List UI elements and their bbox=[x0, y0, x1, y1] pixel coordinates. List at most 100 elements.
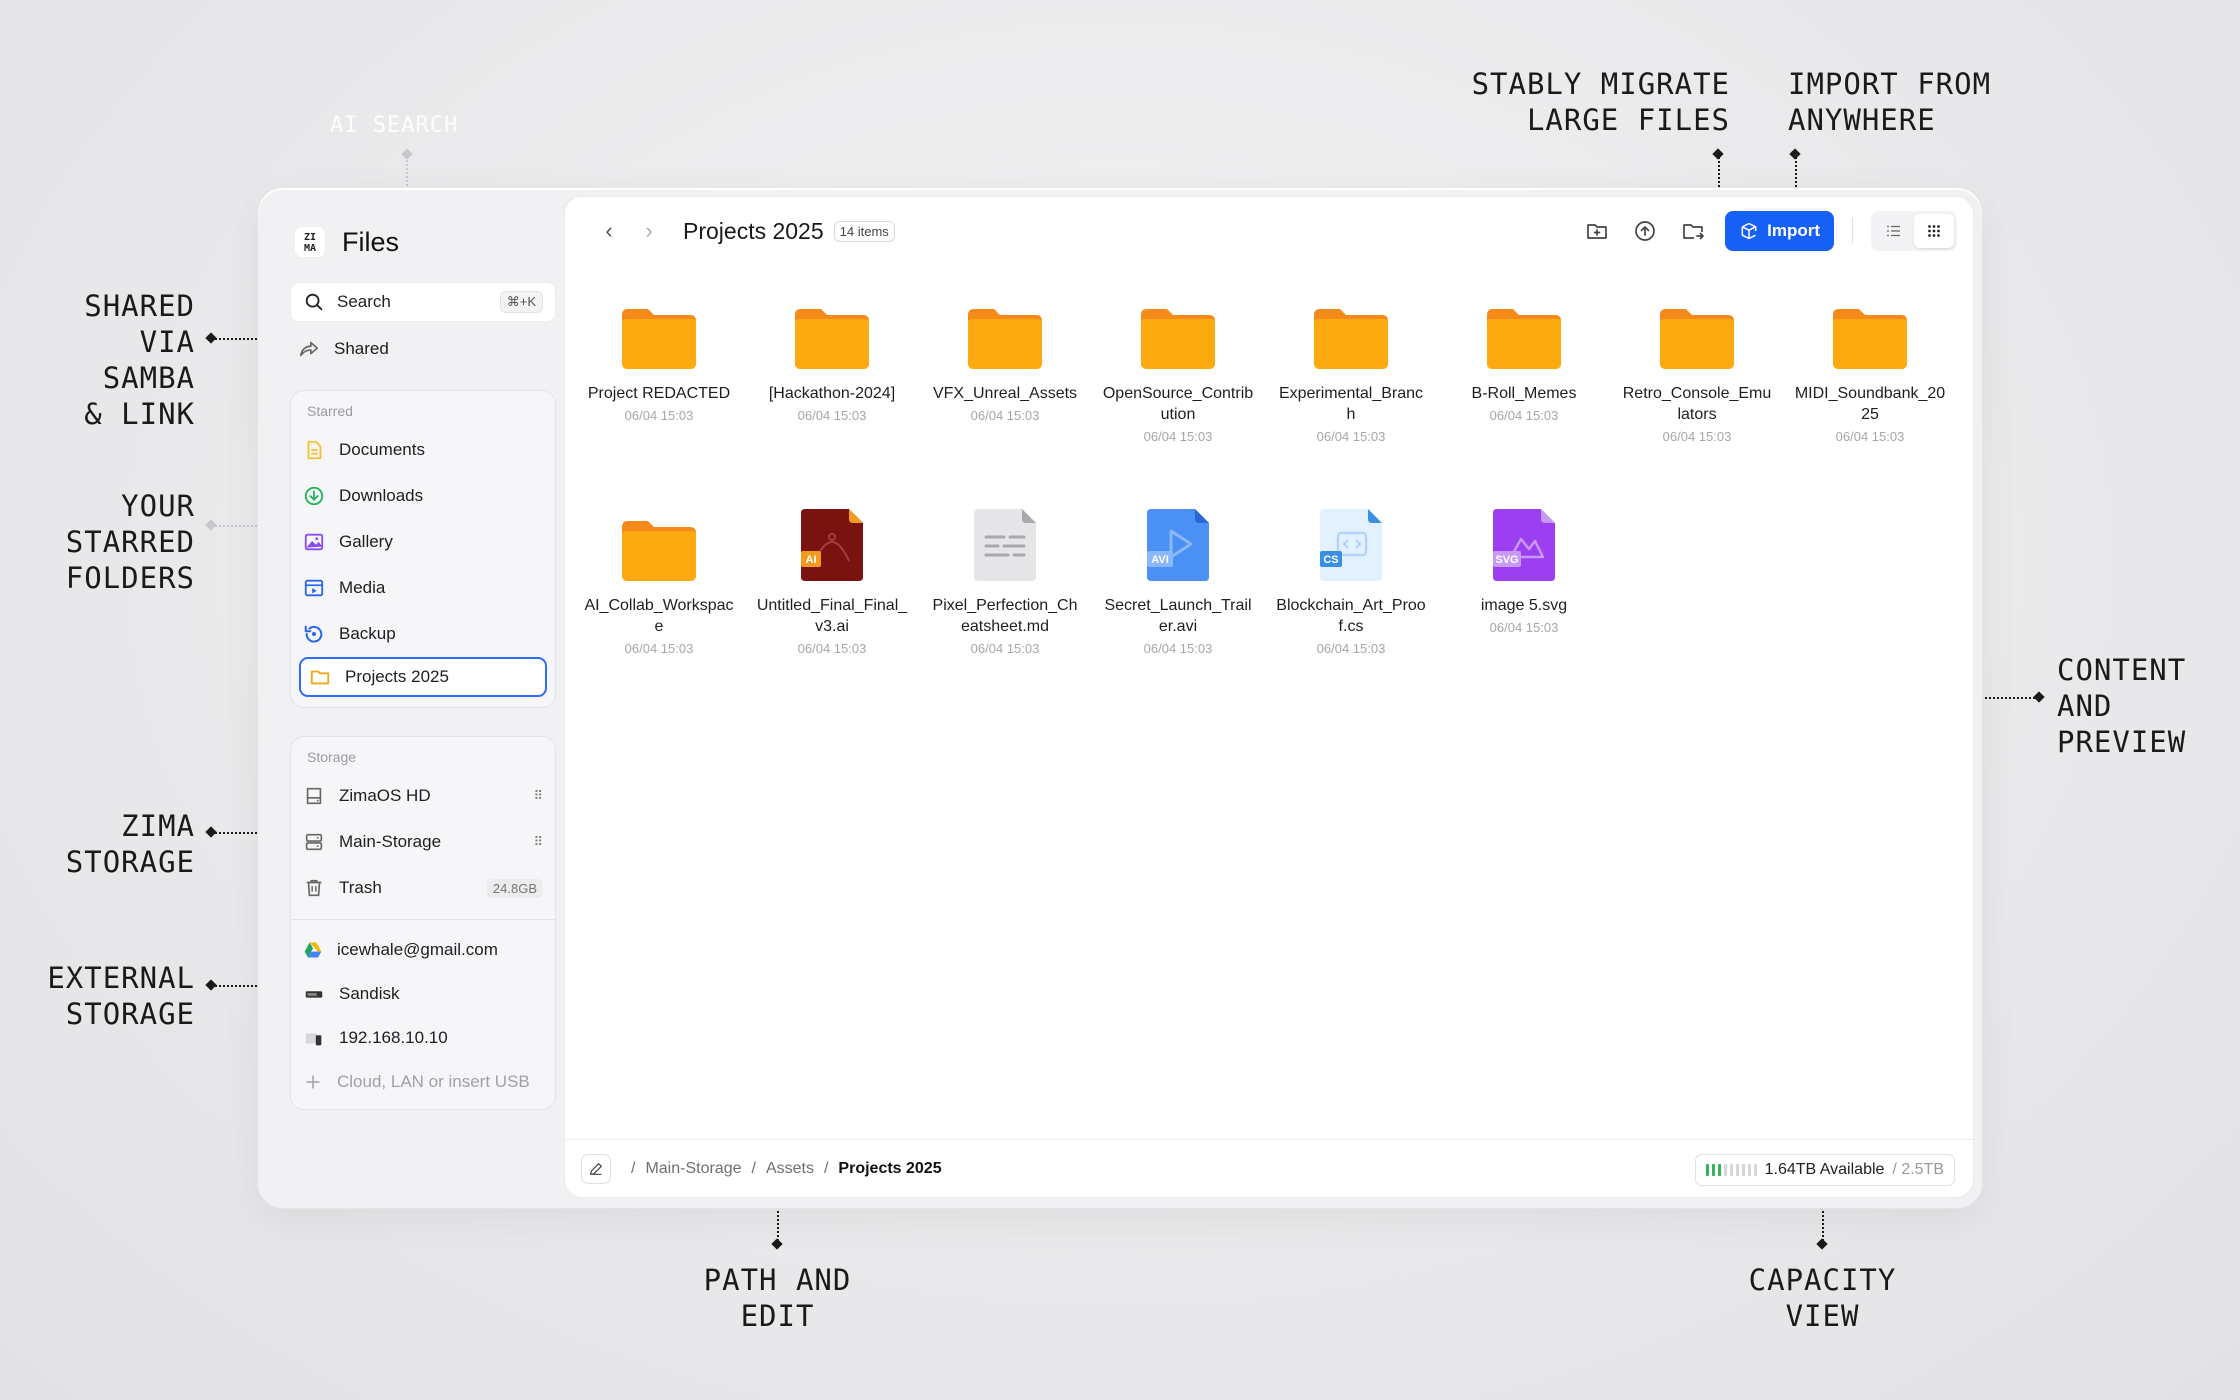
sidebar-item-media[interactable]: Media bbox=[291, 565, 555, 611]
sidebar-item-projects-2025[interactable]: Projects 2025 bbox=[299, 657, 547, 697]
annotation-dot bbox=[205, 332, 217, 344]
share-icon bbox=[299, 341, 319, 357]
file-tile[interactable]: MIDI_Soundbank_2025 06/04 15:03 bbox=[1790, 297, 1950, 444]
sidebar-item-label: Projects 2025 bbox=[345, 667, 449, 686]
file-name: OpenSource_Contribution bbox=[1102, 385, 1254, 423]
divider bbox=[1852, 218, 1853, 244]
file-tag: CS bbox=[1323, 554, 1338, 566]
sidebar-item-google-drive[interactable]: icewhale@gmail.com bbox=[291, 928, 555, 972]
google-drive-icon bbox=[304, 942, 322, 958]
sidebar-item-label: Sandisk bbox=[339, 984, 400, 1003]
drag-handle-icon[interactable]: ⠿ bbox=[533, 788, 543, 804]
new-folder-icon bbox=[1587, 224, 1607, 239]
sidebar-item-downloads[interactable]: Downloads bbox=[291, 473, 555, 519]
file-tile[interactable]: Experimental_Branch 06/04 15:03 bbox=[1271, 297, 1431, 444]
folder-icon bbox=[968, 309, 1042, 369]
import-icon bbox=[1741, 222, 1757, 240]
file-name: AI_Collab_Workspace bbox=[584, 597, 734, 635]
sidebar-item-zimaos-hd[interactable]: ZimaOS HD ⠿ bbox=[291, 773, 555, 819]
file-tile[interactable]: Retro_Console_Emulators 06/04 15:03 bbox=[1617, 297, 1777, 444]
sidebar-item-label: Shared bbox=[334, 339, 389, 358]
sidebar-item-documents[interactable]: Documents bbox=[291, 427, 555, 473]
grid-view-button[interactable] bbox=[1914, 214, 1954, 248]
sidebar-item-label: Media bbox=[339, 578, 386, 597]
capacity-segment bbox=[1729, 1164, 1733, 1176]
folder-icon bbox=[622, 309, 696, 369]
upload-button[interactable] bbox=[1621, 211, 1669, 251]
annotation-starred: YOUR STARRED FOLDERS bbox=[65, 489, 195, 595]
drag-handle-icon[interactable]: ⠿ bbox=[533, 834, 543, 850]
sidebar-item-main-storage[interactable]: Main-Storage ⠿ bbox=[291, 819, 555, 865]
media-icon bbox=[304, 579, 324, 597]
file-name: VFX_Unreal_Assets bbox=[932, 385, 1078, 402]
back-button[interactable]: ‹ bbox=[589, 218, 629, 244]
list-view-button[interactable] bbox=[1874, 214, 1914, 248]
sidebar-item-network-drive[interactable]: 192.168.10.10 bbox=[291, 1016, 555, 1060]
status-bar: / Main-Storage / Assets / Projects 2025 … bbox=[565, 1139, 1973, 1197]
annotation-external-storage: EXTERNAL STORAGE bbox=[47, 961, 195, 1031]
file-tile[interactable]: B-Roll_Memes 06/04 15:03 bbox=[1444, 297, 1604, 423]
sidebar-item-shared[interactable]: Shared bbox=[298, 338, 389, 360]
image-file-icon: SVG bbox=[1493, 509, 1555, 581]
file-tile[interactable]: [Hackathon-2024] 06/04 15:03 bbox=[752, 297, 912, 423]
sidebar-item-label: ZimaOS HD bbox=[339, 786, 431, 805]
edit-path-button[interactable] bbox=[581, 1153, 611, 1184]
grid-view-icon bbox=[1928, 225, 1940, 237]
toolbar: ‹ › Projects 2025 14 items Import bbox=[565, 197, 1973, 265]
illustrator-file-icon: AI bbox=[801, 509, 863, 581]
import-button[interactable]: Import bbox=[1725, 211, 1834, 251]
file-date: 06/04 15:03 bbox=[797, 408, 867, 423]
annotation-dot bbox=[2033, 691, 2045, 703]
annotation-dot bbox=[1816, 1238, 1828, 1250]
app-window: ZI MA Files Search ⌘+K Shared Starred Doc… bbox=[257, 187, 1983, 1209]
file-tile[interactable]: SVG image 5.svg 06/04 15:03 bbox=[1444, 509, 1604, 635]
code-file-icon: CS bbox=[1320, 509, 1382, 581]
capacity-indicator[interactable]: 1.64TB Available / 2.5TB bbox=[1694, 1154, 1955, 1186]
file-tile[interactable]: AI Untitled_Final_Final_v3.ai 06/04 15:0… bbox=[752, 509, 912, 656]
file-date: 06/04 15:03 bbox=[1316, 429, 1386, 444]
download-icon bbox=[304, 486, 324, 506]
sidebar: ZI MA Files Search ⌘+K Shared Starred Doc… bbox=[274, 204, 556, 1194]
file-date: 06/04 15:03 bbox=[1489, 408, 1559, 423]
file-tile[interactable]: VFX_Unreal_Assets 06/04 15:03 bbox=[925, 297, 1085, 423]
sidebar-item-trash[interactable]: Trash 24.8GB bbox=[291, 865, 555, 911]
annotation-dot bbox=[1712, 148, 1724, 160]
annotation-migrate: STABLY MIGRATE LARGE FILES bbox=[1471, 67, 1730, 137]
sidebar-item-sandisk[interactable]: Sandisk bbox=[291, 972, 555, 1016]
add-storage-label: Cloud, LAN or insert USB bbox=[337, 1072, 530, 1091]
forward-button[interactable]: › bbox=[629, 218, 669, 244]
file-date: 06/04 15:03 bbox=[1316, 641, 1386, 656]
server-icon bbox=[305, 833, 323, 851]
file-tile[interactable]: AVI Secret_Launch_Trailer.avi 06/04 15:0… bbox=[1098, 509, 1258, 656]
document-icon bbox=[307, 440, 322, 460]
cs-file-thumb: CS bbox=[1271, 509, 1431, 581]
breadcrumb-item[interactable]: Assets bbox=[766, 1160, 814, 1178]
add-storage-button[interactable]: Cloud, LAN or insert USB bbox=[291, 1060, 555, 1104]
file-name: [Hackathon-2024] bbox=[768, 385, 896, 402]
content-area: ‹ › Projects 2025 14 items Import Projec… bbox=[564, 196, 1974, 1198]
avi-file-thumb: AVI bbox=[1098, 509, 1258, 581]
search-input[interactable]: Search ⌘+K bbox=[290, 282, 556, 322]
markdown-file-icon bbox=[974, 509, 1036, 581]
capacity-segment bbox=[1711, 1164, 1715, 1176]
annotation-zima-storage: ZIMA STORAGE bbox=[65, 809, 195, 879]
file-date: 06/04 15:03 bbox=[1143, 641, 1213, 656]
search-icon bbox=[305, 293, 323, 311]
sidebar-item-gallery[interactable]: Gallery bbox=[291, 519, 555, 565]
file-tile[interactable]: Project REDACTED 06/04 15:03 bbox=[579, 297, 739, 423]
file-tile[interactable]: Pixel_Perfection_Cheatsheet.md 06/04 15:… bbox=[925, 509, 1085, 656]
breadcrumb-item[interactable]: Main-Storage bbox=[645, 1160, 741, 1178]
file-tile[interactable]: AI_Collab_Workspace 06/04 15:03 bbox=[579, 509, 739, 656]
file-tile[interactable]: OpenSource_Contribution 06/04 15:03 bbox=[1098, 297, 1258, 444]
file-tile[interactable]: CS Blockchain_Art_Proof.cs 06/04 15:03 bbox=[1271, 509, 1431, 656]
panel-title: Storage bbox=[307, 749, 357, 765]
sidebar-item-backup[interactable]: Backup bbox=[291, 611, 555, 657]
capacity-segment bbox=[1705, 1164, 1709, 1176]
annotation-dot bbox=[1789, 148, 1801, 160]
new-folder-button[interactable] bbox=[1573, 211, 1621, 251]
file-name: Untitled_Final_Final_v3.ai bbox=[756, 597, 908, 635]
search-shortcut: ⌘+K bbox=[499, 291, 543, 313]
breadcrumb-separator: / bbox=[823, 1159, 829, 1177]
migrate-button[interactable] bbox=[1669, 211, 1717, 251]
annotation-path-edit: PATH AND EDIT bbox=[703, 1263, 852, 1333]
